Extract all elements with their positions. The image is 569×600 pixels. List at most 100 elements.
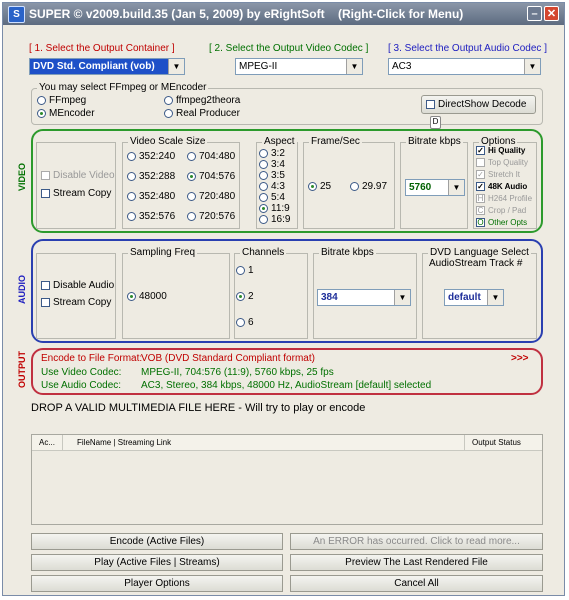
title-bar[interactable]: S SUPER © v2009.build.35 (Jan 5, 2009) b… (3, 3, 564, 25)
radio-dot[interactable] (127, 151, 136, 161)
chevron-down-icon[interactable]: ▼ (448, 180, 464, 195)
radio-dot[interactable] (259, 203, 268, 213)
encoder-mencoder-radio[interactable]: MEncoder (37, 108, 95, 119)
checkbox-box[interactable]: ✓ (476, 170, 485, 180)
close-button[interactable]: ✕ (544, 6, 559, 21)
disable-video-checkbox[interactable]: Disable Video (41, 170, 115, 181)
aspect-3-4-radio[interactable]: 3:4 (259, 159, 285, 170)
crop-pad-checkbox[interactable]: C Crop / Pad (476, 206, 526, 216)
chevron-down-icon[interactable]: ▼ (487, 290, 503, 305)
chevron-down-icon[interactable]: ▼ (168, 59, 184, 74)
radio-dot[interactable] (259, 181, 268, 191)
checkbox-box[interactable]: C (476, 206, 485, 216)
file-list[interactable]: Ac... FileName | Streaming Link Output S… (31, 434, 543, 525)
checkbox-box[interactable] (41, 297, 50, 307)
encoder-ffmpeg-radio[interactable]: FFmpeg (37, 95, 86, 106)
encoder-ffmpeg2theora-radio[interactable]: ffmpeg2theora (164, 95, 240, 106)
checkbox-box[interactable]: O (476, 218, 485, 228)
top-quality-checkbox[interactable]: Top Quality (476, 158, 528, 168)
sampling-48000-radio[interactable]: 48000 (127, 291, 167, 302)
chevron-down-icon[interactable]: ▼ (394, 290, 410, 305)
checkbox-box[interactable]: ✓ (476, 146, 485, 156)
radio-dot[interactable] (259, 159, 268, 169)
video-stream-copy-checkbox[interactable]: Stream Copy (41, 188, 111, 199)
column-action[interactable]: Ac... (39, 438, 55, 447)
radio-dot[interactable] (187, 211, 196, 221)
preview-button[interactable]: Preview The Last Rendered File (290, 554, 543, 571)
scale-720-576-radio[interactable]: 720:576 (187, 211, 235, 222)
radio-dot[interactable] (236, 265, 245, 275)
scale-352-240-radio[interactable]: 352:240 (127, 151, 175, 162)
radio-dot[interactable] (308, 181, 317, 191)
scale-352-480-radio[interactable]: 352:480 (127, 191, 175, 202)
fps-29-97-radio[interactable]: 29.97 (350, 181, 387, 192)
radio-dot[interactable] (187, 151, 196, 161)
video-bitrate-select[interactable]: 5760 ▼ (405, 179, 465, 196)
checkbox-box[interactable] (41, 188, 50, 198)
scale-352-288-radio[interactable]: 352:288 (127, 171, 175, 182)
checkbox-box[interactable] (476, 158, 485, 168)
column-output-status[interactable]: Output Status (472, 438, 521, 447)
channels-1-radio[interactable]: 1 (236, 265, 254, 276)
checkbox-box[interactable] (41, 170, 50, 180)
radio-dot[interactable] (259, 214, 268, 224)
directshow-checkbox[interactable] (426, 99, 438, 110)
hi-quality-checkbox[interactable]: ✓ Hi Quality (476, 146, 525, 156)
channels-6-radio[interactable]: 6 (236, 317, 254, 328)
checkbox-box[interactable] (426, 99, 435, 109)
output-more-button[interactable]: >>> (511, 353, 529, 364)
column-filename[interactable]: FileName | Streaming Link (77, 438, 171, 447)
channels-2-radio[interactable]: 2 (236, 291, 254, 302)
minimize-button[interactable]: – (527, 6, 542, 21)
radio-dot[interactable] (164, 108, 173, 118)
container-select[interactable]: DVD Std. Compliant (vob) ▼ (29, 58, 185, 75)
checkbox-box[interactable] (41, 280, 50, 290)
checkbox-box[interactable]: H (476, 194, 485, 204)
radio-dot[interactable] (187, 171, 196, 181)
disable-audio-checkbox[interactable]: Disable Audio (41, 280, 114, 291)
radio-dot[interactable] (236, 317, 245, 327)
aspect-4-3-radio[interactable]: 4:3 (259, 181, 285, 192)
play-button[interactable]: Play (Active Files | Streams) (31, 554, 283, 571)
scale-352-576-radio[interactable]: 352:576 (127, 211, 175, 222)
cancel-all-button[interactable]: Cancel All (290, 575, 543, 592)
aspect-5-4-radio[interactable]: 5:4 (259, 192, 285, 203)
aspect-3-2-radio[interactable]: 3:2 (259, 148, 285, 159)
scale-704-576-radio[interactable]: 704:576 (187, 171, 235, 182)
stretch-it-checkbox[interactable]: ✓ Stretch It (476, 170, 520, 180)
aspect-11-9-radio[interactable]: 11:9 (259, 203, 290, 214)
radio-dot[interactable] (127, 171, 136, 181)
audio-bitrate-select[interactable]: 384 ▼ (317, 289, 411, 306)
audio-codec-select[interactable]: AC3 ▼ (388, 58, 541, 75)
chevron-down-icon[interactable]: ▼ (346, 59, 362, 74)
encoder-real-producer-radio[interactable]: Real Producer (164, 108, 240, 119)
aspect-3-5-radio[interactable]: 3:5 (259, 170, 285, 181)
radio-dot[interactable] (164, 95, 173, 105)
radio-dot[interactable] (259, 170, 268, 180)
video-codec-select[interactable]: MPEG-II ▼ (235, 58, 363, 75)
48k-audio-checkbox[interactable]: ✓ 48K Audio (476, 182, 527, 192)
h264-profile-checkbox[interactable]: H H264 Profile (476, 194, 532, 204)
radio-dot[interactable] (127, 291, 136, 301)
language-select[interactable]: default ▼ (444, 289, 504, 306)
radio-dot[interactable] (350, 181, 359, 191)
scale-704-480-radio[interactable]: 704:480 (187, 151, 235, 162)
radio-dot[interactable] (37, 108, 46, 118)
radio-dot[interactable] (187, 191, 196, 201)
player-options-button[interactable]: Player Options (31, 575, 283, 592)
aspect-16-9-radio[interactable]: 16:9 (259, 214, 290, 225)
radio-dot[interactable] (259, 148, 268, 158)
radio-dot[interactable] (127, 191, 136, 201)
radio-dot[interactable] (37, 95, 46, 105)
radio-dot[interactable] (259, 192, 268, 202)
radio-dot[interactable] (236, 291, 245, 301)
checkbox-box[interactable]: ✓ (476, 182, 485, 192)
radio-dot[interactable] (127, 211, 136, 221)
error-button[interactable]: An ERROR has occurred. Click to read mor… (290, 533, 543, 550)
other-opts-checkbox[interactable]: O Other Opts (476, 218, 527, 228)
fps-25-radio[interactable]: 25 (308, 181, 331, 192)
scale-720-480-radio[interactable]: 720:480 (187, 191, 235, 202)
encode-button[interactable]: Encode (Active Files) (31, 533, 283, 550)
audio-stream-copy-checkbox[interactable]: Stream Copy (41, 297, 111, 308)
directshow-decode-toggle[interactable]: DirectShow Decode D (421, 95, 536, 129)
